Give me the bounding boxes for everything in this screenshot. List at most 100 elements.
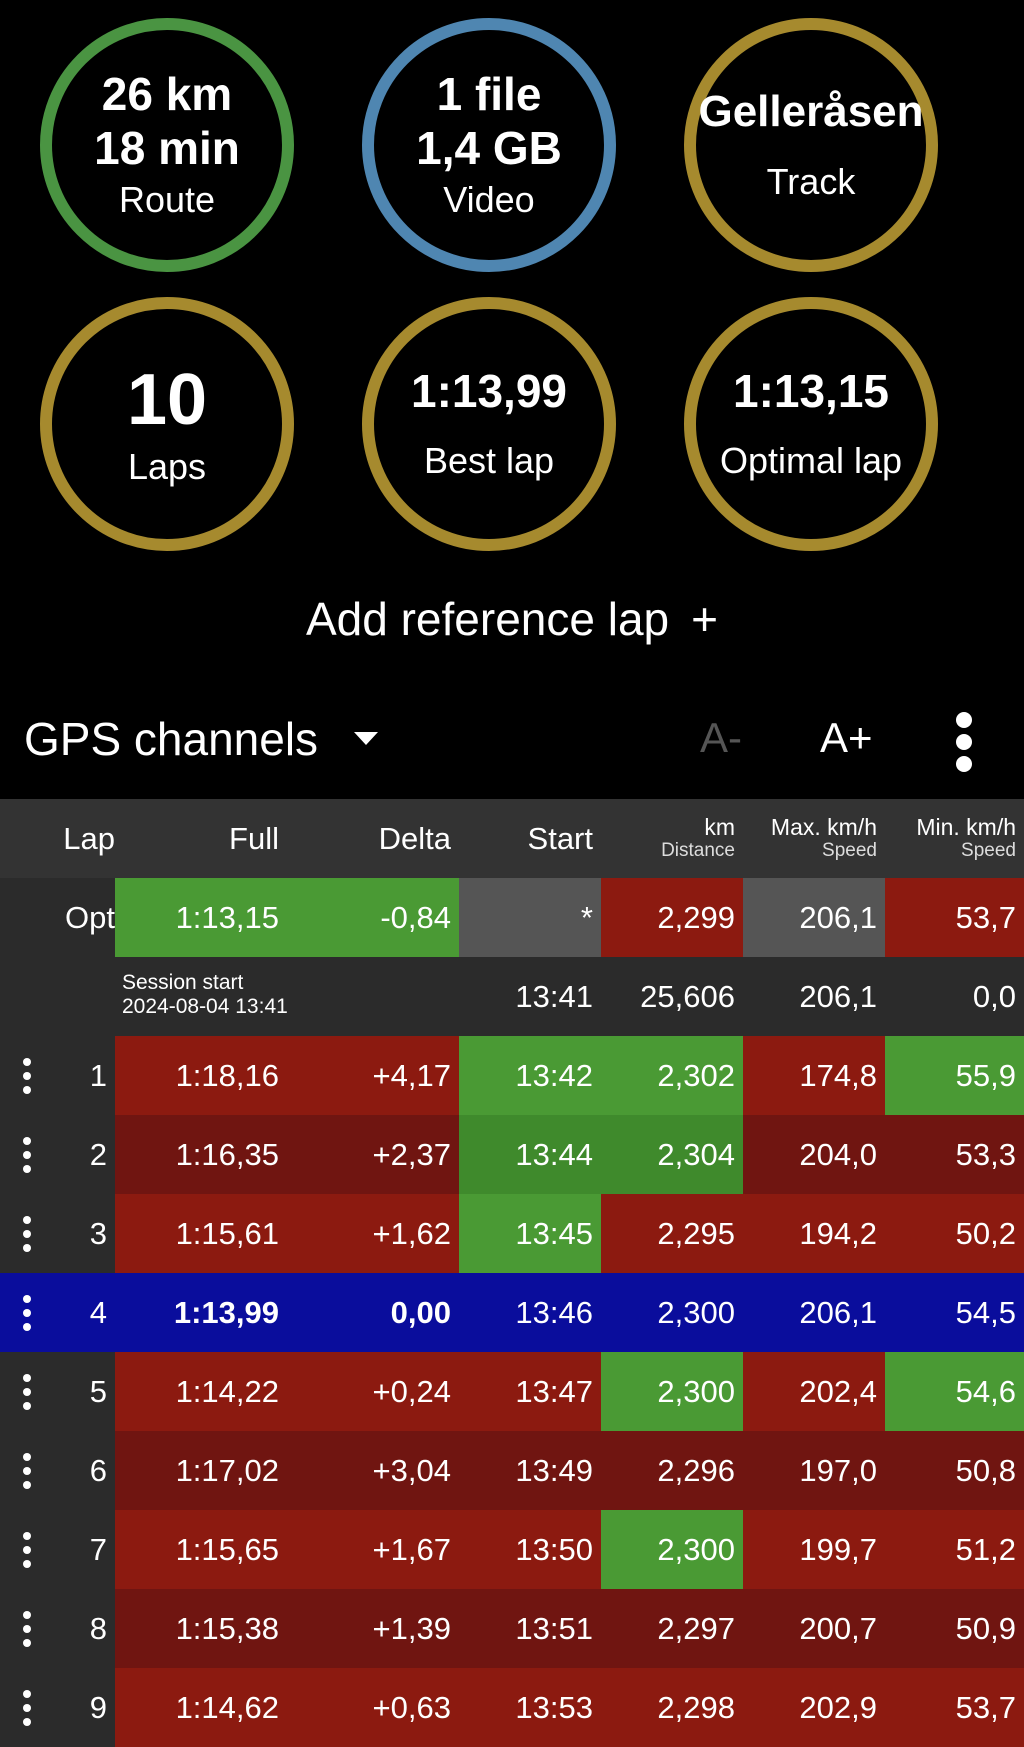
lap-full: 1:15,65 <box>115 1510 287 1589</box>
lap-distance: 2,302 <box>601 1036 743 1115</box>
lap-max: 197,0 <box>743 1431 885 1510</box>
row-menu-icon[interactable] <box>0 1431 53 1510</box>
table-row[interactable]: 7 1:15,65 +1,67 13:50 2,300 199,7 51,2 <box>0 1510 1024 1589</box>
lap-start: 13:53 <box>459 1668 601 1747</box>
track-summary[interactable]: Gelleråsen Track <box>684 18 938 272</box>
opt-full: 1:13,15 <box>115 878 287 957</box>
lap-min: 54,6 <box>885 1352 1024 1431</box>
route-distance: 26 km <box>101 68 233 120</box>
optimal-row[interactable]: Opt 1:13,15 -0,84 * 2,299 206,1 53,7 <box>0 878 1024 957</box>
header-delta[interactable]: Delta <box>287 799 459 878</box>
lap-start: 13:45 <box>459 1194 601 1273</box>
opt-min: 53,7 <box>885 878 1024 957</box>
route-duration: 18 min <box>94 122 240 174</box>
lap-number: 8 <box>53 1589 115 1668</box>
lap-number: 4 <box>53 1273 115 1352</box>
session-start-title: Session start <box>122 971 244 994</box>
header-lap[interactable]: Lap <box>0 799 115 878</box>
table-header: Lap Full Delta Start km Distance Max. km/… <box>0 799 1024 878</box>
lap-number: 6 <box>53 1431 115 1510</box>
header-min-label: Speed <box>961 839 1016 861</box>
track-label: Track <box>766 161 856 202</box>
row-menu-icon[interactable] <box>0 1194 53 1273</box>
laps-label: Laps <box>127 446 207 487</box>
channels-toolbar: GPS channels A- A+ <box>0 702 1024 782</box>
lap-number: 7 <box>53 1510 115 1589</box>
lap-min: 50,9 <box>885 1589 1024 1668</box>
video-summary[interactable]: 1 file 1,4 GB Video <box>362 18 616 272</box>
table-row[interactable]: 9 1:14,62 +0,63 13:53 2,298 202,9 53,7 <box>0 1668 1024 1747</box>
lap-start: 13:44 <box>459 1115 601 1194</box>
header-max-unit: Max. km/h <box>770 813 877 840</box>
lap-min: 55,9 <box>885 1036 1024 1115</box>
lap-distance: 2,300 <box>601 1510 743 1589</box>
lap-distance: 2,298 <box>601 1668 743 1747</box>
lap-full: 1:15,61 <box>115 1194 287 1273</box>
header-min-speed[interactable]: Min. km/h Speed <box>885 799 1024 878</box>
lap-start: 13:42 <box>459 1036 601 1115</box>
lap-max: 204,0 <box>743 1115 885 1194</box>
lap-number: 3 <box>53 1194 115 1273</box>
laps-summary[interactable]: 10 Laps <box>40 297 294 551</box>
row-menu-icon[interactable] <box>0 1115 53 1194</box>
table-row[interactable]: 2 1:16,35 +2,37 13:44 2,304 204,0 53,3 <box>0 1115 1024 1194</box>
more-options-icon[interactable] <box>952 712 976 772</box>
row-menu-icon[interactable] <box>0 1352 53 1431</box>
lap-max: 199,7 <box>743 1510 885 1589</box>
best-lap-label: Best lap <box>423 440 555 481</box>
table-row[interactable]: 3 1:15,61 +1,62 13:45 2,295 194,2 50,2 <box>0 1194 1024 1273</box>
lap-min: 50,8 <box>885 1431 1024 1510</box>
lap-full: 1:13,99 <box>115 1273 287 1352</box>
font-increase-button[interactable]: A+ <box>820 714 873 762</box>
lap-min: 54,5 <box>885 1273 1024 1352</box>
lap-delta: +1,67 <box>287 1510 459 1589</box>
lap-distance: 2,304 <box>601 1115 743 1194</box>
lap-number: 9 <box>53 1668 115 1747</box>
add-reference-lap-button[interactable]: Add reference lap + <box>0 592 1024 650</box>
lap-min: 51,2 <box>885 1510 1024 1589</box>
header-start[interactable]: Start <box>459 799 601 878</box>
lap-start: 13:47 <box>459 1352 601 1431</box>
row-menu-icon[interactable] <box>0 1273 53 1352</box>
optimal-lap-summary[interactable]: 1:13,15 Optimal lap <box>684 297 938 551</box>
laps-count: 10 <box>126 360 208 440</box>
header-distance[interactable]: km Distance <box>601 799 743 878</box>
header-max-speed[interactable]: Max. km/h Speed <box>743 799 885 878</box>
lap-delta: +4,17 <box>287 1036 459 1115</box>
lap-start: 13:49 <box>459 1431 601 1510</box>
channel-selector[interactable]: GPS channels <box>24 712 318 766</box>
lap-max: 200,7 <box>743 1589 885 1668</box>
optimal-lap-time: 1:13,15 <box>732 365 889 417</box>
lap-start: 13:46 <box>459 1273 601 1352</box>
lap-max: 174,8 <box>743 1036 885 1115</box>
row-menu-icon[interactable] <box>0 1589 53 1668</box>
row-menu-icon[interactable] <box>0 1668 53 1747</box>
font-decrease-button[interactable]: A- <box>700 714 742 762</box>
header-full[interactable]: Full <box>115 799 287 878</box>
table-row[interactable]: 6 1:17,02 +3,04 13:49 2,296 197,0 50,8 <box>0 1431 1024 1510</box>
row-menu-icon[interactable] <box>0 1510 53 1589</box>
lap-start: 13:50 <box>459 1510 601 1589</box>
table-row[interactable]: 5 1:14,22 +0,24 13:47 2,300 202,4 54,6 <box>0 1352 1024 1431</box>
row-menu-icon[interactable] <box>0 1036 53 1115</box>
lap-number: 2 <box>53 1115 115 1194</box>
lap-number: 5 <box>53 1352 115 1431</box>
opt-delta: -0,84 <box>287 878 459 957</box>
session-start-time: 13:41 <box>515 978 593 1014</box>
opt-distance: 2,299 <box>601 878 743 957</box>
video-size: 1,4 GB <box>416 122 562 174</box>
chevron-down-icon[interactable] <box>354 732 378 745</box>
table-row-selected[interactable]: 4 1:13,99 0,00 13:46 2,300 206,1 54,5 <box>0 1273 1024 1352</box>
table-row[interactable]: 8 1:15,38 +1,39 13:51 2,297 200,7 50,9 <box>0 1589 1024 1668</box>
lap-delta: 0,00 <box>287 1273 459 1352</box>
route-summary[interactable]: 26 km 18 min Route <box>40 18 294 272</box>
video-label: Video <box>443 179 535 220</box>
table-row[interactable]: 1 1:18,16 +4,17 13:42 2,302 174,8 55,9 <box>0 1036 1024 1115</box>
best-lap-summary[interactable]: 1:13,99 Best lap <box>362 297 616 551</box>
opt-start: * <box>459 878 601 957</box>
lap-distance: 2,300 <box>601 1273 743 1352</box>
lap-max: 206,1 <box>743 1273 885 1352</box>
lap-min: 50,2 <box>885 1194 1024 1273</box>
lap-full: 1:14,62 <box>115 1668 287 1747</box>
route-label: Route <box>118 179 216 220</box>
